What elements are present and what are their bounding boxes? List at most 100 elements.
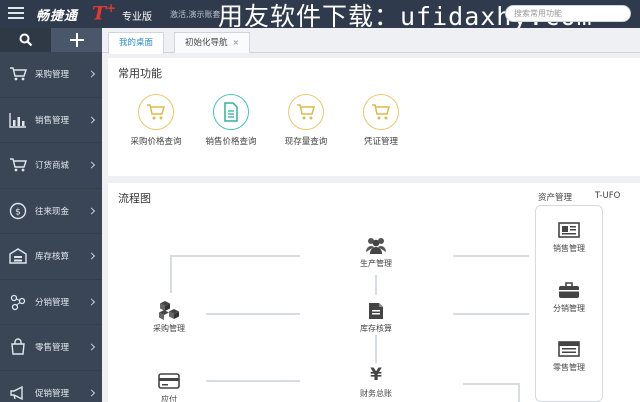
chevron-right-icon (87, 161, 96, 169)
flow-connector (206, 313, 300, 315)
sidebar-item-inventory[interactable]: 库存核算 (0, 234, 102, 280)
flow-node-purchase[interactable]: 采购管理 (139, 300, 199, 334)
flow-connector (453, 313, 529, 315)
yuan-circle-icon: $ (9, 202, 27, 220)
tab-label: 初始化导航 (185, 38, 228, 48)
node-label: 应付 (161, 395, 177, 402)
logo-plus: + (106, 1, 117, 15)
flow-connector (206, 380, 300, 382)
tab-my-desktop[interactable]: 我的桌面 (108, 32, 165, 54)
channel-group-box: 销售管理 分销管理 零售管理 (535, 205, 603, 402)
clipboard-icon (365, 300, 387, 320)
yuan-icon: ¥ (365, 365, 387, 385)
sidebar-item-promotion[interactable]: 促销管理 (0, 371, 102, 402)
shortcut-voucher[interactable]: 凭证管理 (341, 94, 421, 147)
bar-chart-icon (9, 111, 27, 129)
node-label: 采购管理 (153, 324, 185, 333)
shortcut-label: 销售价格查询 (205, 137, 257, 147)
shortcut-label: 凭证管理 (363, 137, 398, 147)
network-icon (9, 293, 27, 311)
sidebar-item-purchase[interactable]: 采购管理 (0, 52, 102, 98)
search-icon (19, 33, 32, 47)
list-icon (558, 339, 580, 359)
sidebar-add-button[interactable] (51, 28, 102, 52)
card-icon (158, 371, 180, 391)
link-asset-management[interactable]: 资产管理 (538, 191, 572, 203)
flow-connector (453, 255, 529, 257)
shortcut-label: 采购价格查询 (130, 137, 182, 147)
flow-node-sales[interactable]: 销售管理 (539, 220, 599, 254)
flow-connector (518, 383, 520, 402)
chevron-right-icon (87, 343, 96, 351)
shortcut-sales-price[interactable]: 销售价格查询 (191, 94, 271, 147)
warehouse-icon (9, 247, 27, 265)
flow-node-ledger[interactable]: ¥ 财务总账 (346, 365, 406, 399)
flow-node-retail[interactable]: 零售管理 (539, 339, 599, 373)
flowchart-panel: 流程图 资产管理 T-UFO 生产管理 采购管理 库存核算 ¥ 财务总账 应付 … (108, 183, 640, 402)
sidebar-item-label: 销售管理 (35, 115, 70, 126)
common-functions-panel: 常用功能 采购价格查询 销售价格查询 现存量查询 凭证管理 (108, 58, 640, 176)
flow-connector (170, 255, 300, 257)
chevron-right-icon (87, 70, 96, 78)
shortcut-stock-query[interactable]: 现存量查询 (266, 94, 346, 147)
tab-label: 我的桌面 (119, 38, 154, 48)
sidebar-item-retail[interactable]: 零售管理 (0, 325, 102, 371)
chevron-right-icon (87, 389, 96, 397)
flow-connector (170, 255, 172, 293)
close-icon[interactable]: × (233, 38, 240, 47)
plus-icon (69, 33, 84, 47)
flow-node-inventory[interactable]: 库存核算 (346, 300, 406, 334)
megaphone-icon (9, 384, 27, 402)
sidebar-search-button[interactable] (0, 28, 51, 52)
newspaper-icon (558, 220, 580, 240)
sidebar-item-label: 往来现金 (35, 206, 70, 217)
cart-icon (288, 94, 324, 130)
sidebar-item-label: 零售管理 (35, 343, 70, 354)
sidebar-item-distribution[interactable]: 分销管理 (0, 280, 102, 325)
chevron-right-icon (87, 207, 96, 215)
brand-name: 畅捷通 (36, 9, 79, 24)
sidebar-item-label: 订货商城 (35, 161, 70, 172)
svg-text:$: $ (15, 207, 21, 217)
edition-label: 专业版 (122, 12, 152, 23)
cart-icon (363, 94, 399, 130)
sidebar-item-label: 分销管理 (35, 297, 70, 308)
sidebar-item-order-mall[interactable]: 订货商城 (0, 143, 102, 189)
tab-bar: 我的桌面 初始化导航 × (102, 28, 640, 54)
cart-icon (9, 65, 27, 83)
flow-connector (375, 335, 377, 363)
search-box[interactable] (505, 5, 631, 22)
document-icon (213, 94, 249, 130)
shortcut-label: 现存量查询 (284, 137, 328, 147)
sidebar: 采购管理 销售管理 订货商城 $ 往来现金 库存核算 分销管理 零售管理 促销管… (0, 28, 102, 402)
people-icon (365, 235, 387, 255)
flow-connector (463, 383, 519, 385)
node-label: 财务总账 (360, 389, 392, 398)
chevron-right-icon (87, 252, 96, 260)
flow-node-production[interactable]: 生产管理 (346, 235, 406, 269)
sidebar-item-label: 采购管理 (35, 70, 70, 81)
tab-init-guide[interactable]: 初始化导航 × (174, 32, 251, 53)
flow-connector (375, 275, 377, 295)
flow-node-payable[interactable]: 应付 (139, 371, 199, 402)
chevron-right-icon (87, 298, 96, 306)
flow-node-distribution[interactable]: 分销管理 (539, 280, 599, 314)
sidebar-item-label: 促销管理 (35, 388, 70, 399)
menu-icon[interactable] (8, 7, 24, 21)
panel-title: 流程图 (118, 192, 151, 205)
logo-letter: T (92, 2, 107, 25)
link-t-ufo[interactable]: T-UFO (595, 191, 620, 201)
search-input[interactable] (506, 6, 630, 21)
sidebar-item-cash[interactable]: $ 往来现金 (0, 189, 102, 234)
boxes-icon (158, 300, 180, 320)
sidebar-item-sales[interactable]: 销售管理 (0, 98, 102, 143)
company-label[interactable]: 激活,演示账套 (170, 9, 221, 20)
briefcase-icon (558, 280, 580, 300)
node-label: 零售管理 (553, 363, 585, 372)
bag-icon (9, 338, 27, 356)
node-label: 分销管理 (553, 304, 585, 313)
shortcut-purchase-price[interactable]: 采购价格查询 (116, 94, 196, 147)
cart-icon (138, 94, 174, 130)
shop-cart-icon (9, 156, 27, 174)
node-label: 销售管理 (553, 244, 585, 253)
